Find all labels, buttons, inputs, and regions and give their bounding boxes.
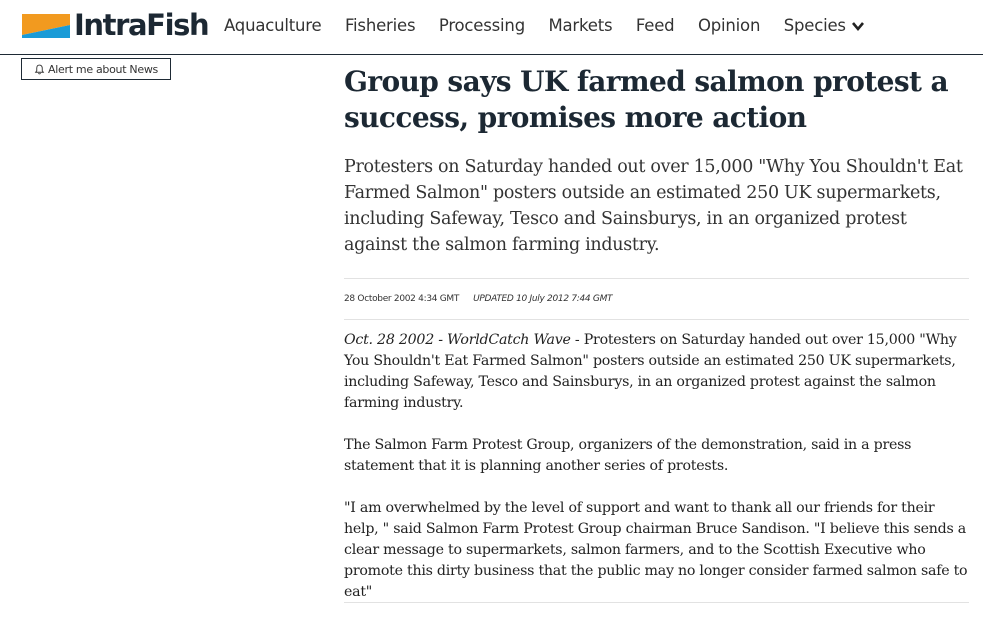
nav-species-label: Species [783,16,846,35]
nav-species-dropdown[interactable]: Species [784,16,865,35]
article-dateline: Oct. 28 2002 - WorldCatch Wave [344,332,571,348]
article-paragraph: The Salmon Farm Protest Group, organizer… [344,437,912,474]
article-body: Oct. 28 2002 - WorldCatch Wave - Protest… [344,330,968,624]
published-date: 28 October 2002 4:34 GMT [344,294,460,304]
intrafish-logo[interactable]: IntraFish [22,8,210,44]
nav-processing[interactable]: Processing [439,16,525,35]
alert-me-button[interactable]: Alert me about News [21,58,171,80]
article-lead: Protesters on Saturday handed out over 1… [344,157,963,255]
article-header: Group says UK farmed salmon protest a su… [344,64,970,258]
site-header: IntraFish Aquaculture Fisheries Processi… [0,0,983,55]
nav-feed[interactable]: Feed [636,16,675,35]
article-paragraph: Oct. 28 2002 - WorldCatch Wave - Protest… [344,330,968,414]
article-paragraph: "I am overwhelmed by the level of suppor… [344,500,968,600]
article-meta: 28 October 2002 4:34 GMT UPDATED 10 July… [344,278,969,320]
chevron-down-icon [851,21,864,31]
nav-aquaculture[interactable]: Aquaculture [224,16,322,35]
logo-wordmark: IntraFish [74,8,210,42]
alert-me-label: Alert me about News [48,62,158,76]
main-nav: Aquaculture Fisheries Processing Markets… [224,16,888,35]
bell-icon [34,64,45,74]
nav-markets[interactable]: Markets [548,16,612,35]
nav-fisheries[interactable]: Fisheries [345,16,416,35]
updated-date: UPDATED 10 July 2012 7:44 GMT [473,294,613,304]
intrafish-logo-mark-icon [22,14,70,38]
nav-opinion[interactable]: Opinion [698,16,760,35]
article-divider [344,602,969,603]
article-title: Group says UK farmed salmon protest a su… [344,65,949,134]
